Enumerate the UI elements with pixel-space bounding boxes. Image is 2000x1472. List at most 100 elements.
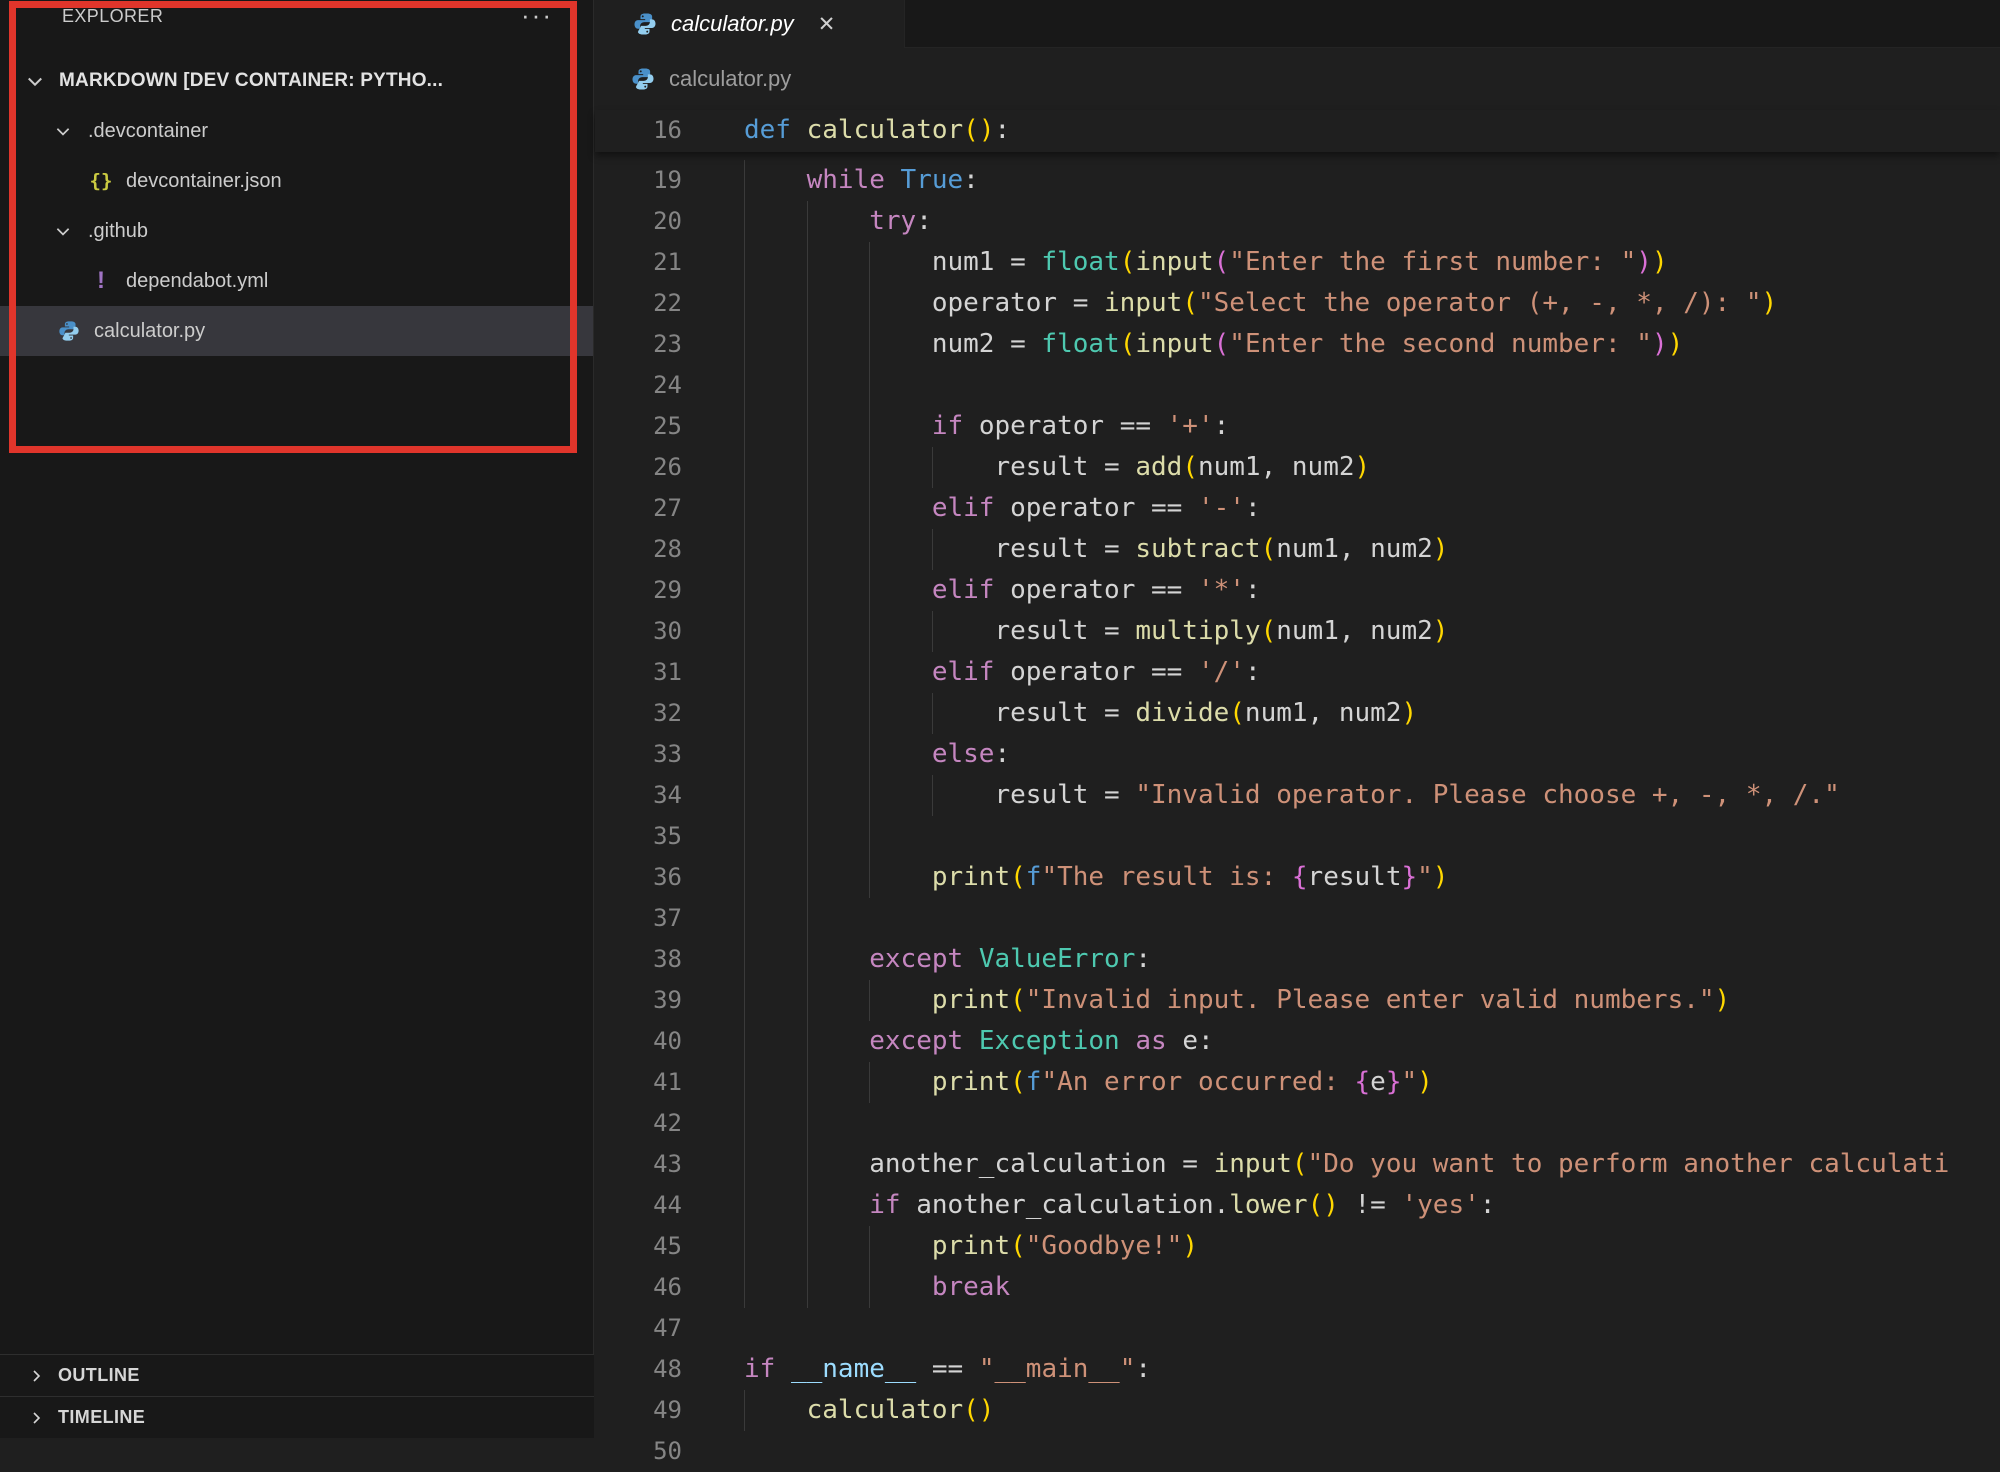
line-number: 32 bbox=[595, 693, 682, 734]
workspace-label: MARKDOWN [DEV CONTAINER: PYTHO... bbox=[59, 70, 443, 92]
sidebar-item-label: calculator.py bbox=[94, 320, 205, 343]
line-number: 16 bbox=[595, 110, 682, 151]
sticky-scroll-line[interactable]: 16def calculator(): bbox=[595, 110, 2000, 152]
code-line-26[interactable]: 26 result = add(num1, num2) bbox=[595, 447, 2000, 488]
line-number: 22 bbox=[595, 283, 682, 324]
code-line-46[interactable]: 46 break bbox=[595, 1267, 2000, 1308]
breadcrumb[interactable]: calculator.py bbox=[595, 48, 2000, 110]
line-number: 34 bbox=[595, 775, 682, 816]
python-icon bbox=[631, 67, 655, 91]
code-line-43[interactable]: 43 another_calculation = input("Do you w… bbox=[595, 1144, 2000, 1185]
line-number: 44 bbox=[595, 1185, 682, 1226]
tab-label: calculator.py bbox=[671, 11, 794, 37]
code-line-21[interactable]: 21 num1 = float(input("Enter the first n… bbox=[595, 242, 2000, 283]
section-timeline[interactable]: TIMELINE bbox=[0, 1396, 594, 1438]
sidebar-item--devcontainer[interactable]: .devcontainer bbox=[0, 106, 593, 156]
explorer-title: EXPLORER bbox=[62, 6, 163, 27]
section-label: OUTLINE bbox=[58, 1365, 140, 1386]
sidebar-item-dependabot-yml[interactable]: ! dependabot.yml bbox=[0, 256, 593, 306]
code-line-19[interactable]: 19 while True: bbox=[595, 160, 2000, 201]
json-braces-icon: {} bbox=[86, 170, 116, 192]
code-line-32[interactable]: 32 result = divide(num1, num2) bbox=[595, 693, 2000, 734]
line-number: 50 bbox=[595, 1431, 682, 1472]
explorer-header: EXPLORER ··· bbox=[0, 0, 593, 56]
code-line-42[interactable]: 42 bbox=[595, 1103, 2000, 1144]
breadcrumb-label: calculator.py bbox=[669, 66, 791, 92]
code-line-20[interactable]: 20 try: bbox=[595, 201, 2000, 242]
line-number: 48 bbox=[595, 1349, 682, 1390]
chevron-down-icon bbox=[54, 122, 80, 140]
line-number: 43 bbox=[595, 1144, 682, 1185]
code-line-33[interactable]: 33 else: bbox=[595, 734, 2000, 775]
section-outline[interactable]: OUTLINE bbox=[0, 1354, 594, 1396]
code-line-25[interactable]: 25 if operator == '+': bbox=[595, 406, 2000, 447]
code-line-38[interactable]: 38 except ValueError: bbox=[595, 939, 2000, 980]
line-number: 20 bbox=[595, 201, 682, 242]
line-number: 33 bbox=[595, 734, 682, 775]
code-line-28[interactable]: 28 result = subtract(num1, num2) bbox=[595, 529, 2000, 570]
code-line-48[interactable]: 48if __name__ == "__main__": bbox=[595, 1349, 2000, 1390]
python-icon bbox=[54, 320, 84, 342]
close-icon[interactable]: ✕ bbox=[818, 12, 836, 37]
yaml-warning-icon: ! bbox=[86, 267, 116, 295]
code-line-40[interactable]: 40 except Exception as e: bbox=[595, 1021, 2000, 1062]
line-number: 45 bbox=[595, 1226, 682, 1267]
sidebar-item-label: devcontainer.json bbox=[126, 170, 282, 193]
code-line-16[interactable]: 16def calculator(): bbox=[595, 110, 2000, 151]
chevron-right-icon bbox=[28, 1368, 44, 1384]
sidebar-item-label: .devcontainer bbox=[88, 120, 208, 143]
code-line-24[interactable]: 24 bbox=[595, 365, 2000, 406]
code-line-35[interactable]: 35 bbox=[595, 816, 2000, 857]
line-number: 23 bbox=[595, 324, 682, 365]
editor-group: calculator.py ✕ calculator.py 16def calc… bbox=[595, 0, 2000, 1438]
code-line-30[interactable]: 30 result = multiply(num1, num2) bbox=[595, 611, 2000, 652]
line-number: 27 bbox=[595, 488, 682, 529]
code-line-39[interactable]: 39 print("Invalid input. Please enter va… bbox=[595, 980, 2000, 1021]
line-number: 29 bbox=[595, 570, 682, 611]
code-line-44[interactable]: 44 if another_calculation.lower() != 'ye… bbox=[595, 1185, 2000, 1226]
line-number: 35 bbox=[595, 816, 682, 857]
code-line-49[interactable]: 49 calculator() bbox=[595, 1390, 2000, 1431]
code-line-31[interactable]: 31 elif operator == '/': bbox=[595, 652, 2000, 693]
line-number: 21 bbox=[595, 242, 682, 283]
tab-calculator-py[interactable]: calculator.py ✕ bbox=[595, 0, 905, 48]
code-line-34[interactable]: 34 result = "Invalid operator. Please ch… bbox=[595, 775, 2000, 816]
workspace-root-row[interactable]: MARKDOWN [DEV CONTAINER: PYTHO... bbox=[0, 56, 593, 106]
line-number: 42 bbox=[595, 1103, 682, 1144]
line-number: 24 bbox=[595, 365, 682, 406]
line-number: 25 bbox=[595, 406, 682, 447]
line-number: 37 bbox=[595, 898, 682, 939]
line-number: 47 bbox=[595, 1308, 682, 1349]
line-number: 28 bbox=[595, 529, 682, 570]
line-number: 26 bbox=[595, 447, 682, 488]
python-icon bbox=[633, 12, 657, 36]
code-line-23[interactable]: 23 num2 = float(input("Enter the second … bbox=[595, 324, 2000, 365]
more-actions-icon[interactable]: ··· bbox=[521, 6, 553, 24]
sidebar-item--github[interactable]: .github bbox=[0, 206, 593, 256]
sidebar-item-calculator-py[interactable]: calculator.py bbox=[0, 306, 593, 356]
line-number: 39 bbox=[595, 980, 682, 1021]
line-number: 19 bbox=[595, 160, 682, 201]
line-number: 36 bbox=[595, 857, 682, 898]
tab-bar: calculator.py ✕ bbox=[595, 0, 2000, 48]
line-number: 46 bbox=[595, 1267, 682, 1308]
code-line-47[interactable]: 47 bbox=[595, 1308, 2000, 1349]
sidebar-item-devcontainer-json[interactable]: {} devcontainer.json bbox=[0, 156, 593, 206]
code-line-37[interactable]: 37 bbox=[595, 898, 2000, 939]
explorer-sidebar: EXPLORER ··· MARKDOWN [DEV CONTAINER: PY… bbox=[0, 0, 594, 1438]
code-line-22[interactable]: 22 operator = input("Select the operator… bbox=[595, 283, 2000, 324]
code-line-41[interactable]: 41 print(f"An error occurred: {e}") bbox=[595, 1062, 2000, 1103]
code-line-50[interactable]: 50 bbox=[595, 1431, 2000, 1472]
chevron-down-icon bbox=[54, 222, 80, 240]
sidebar-item-label: .github bbox=[88, 220, 148, 243]
code-line-45[interactable]: 45 print("Goodbye!") bbox=[595, 1226, 2000, 1267]
code-line-36[interactable]: 36 print(f"The result is: {result}") bbox=[595, 857, 2000, 898]
code-area: 19 while True:20 try:21 num1 = float(inp… bbox=[595, 152, 2000, 1472]
section-label: TIMELINE bbox=[58, 1407, 145, 1428]
line-number: 49 bbox=[595, 1390, 682, 1431]
chevron-right-icon bbox=[28, 1410, 44, 1426]
line-number: 31 bbox=[595, 652, 682, 693]
code-line-29[interactable]: 29 elif operator == '*': bbox=[595, 570, 2000, 611]
sidebar-item-label: dependabot.yml bbox=[126, 270, 268, 293]
code-line-27[interactable]: 27 elif operator == '-': bbox=[595, 488, 2000, 529]
